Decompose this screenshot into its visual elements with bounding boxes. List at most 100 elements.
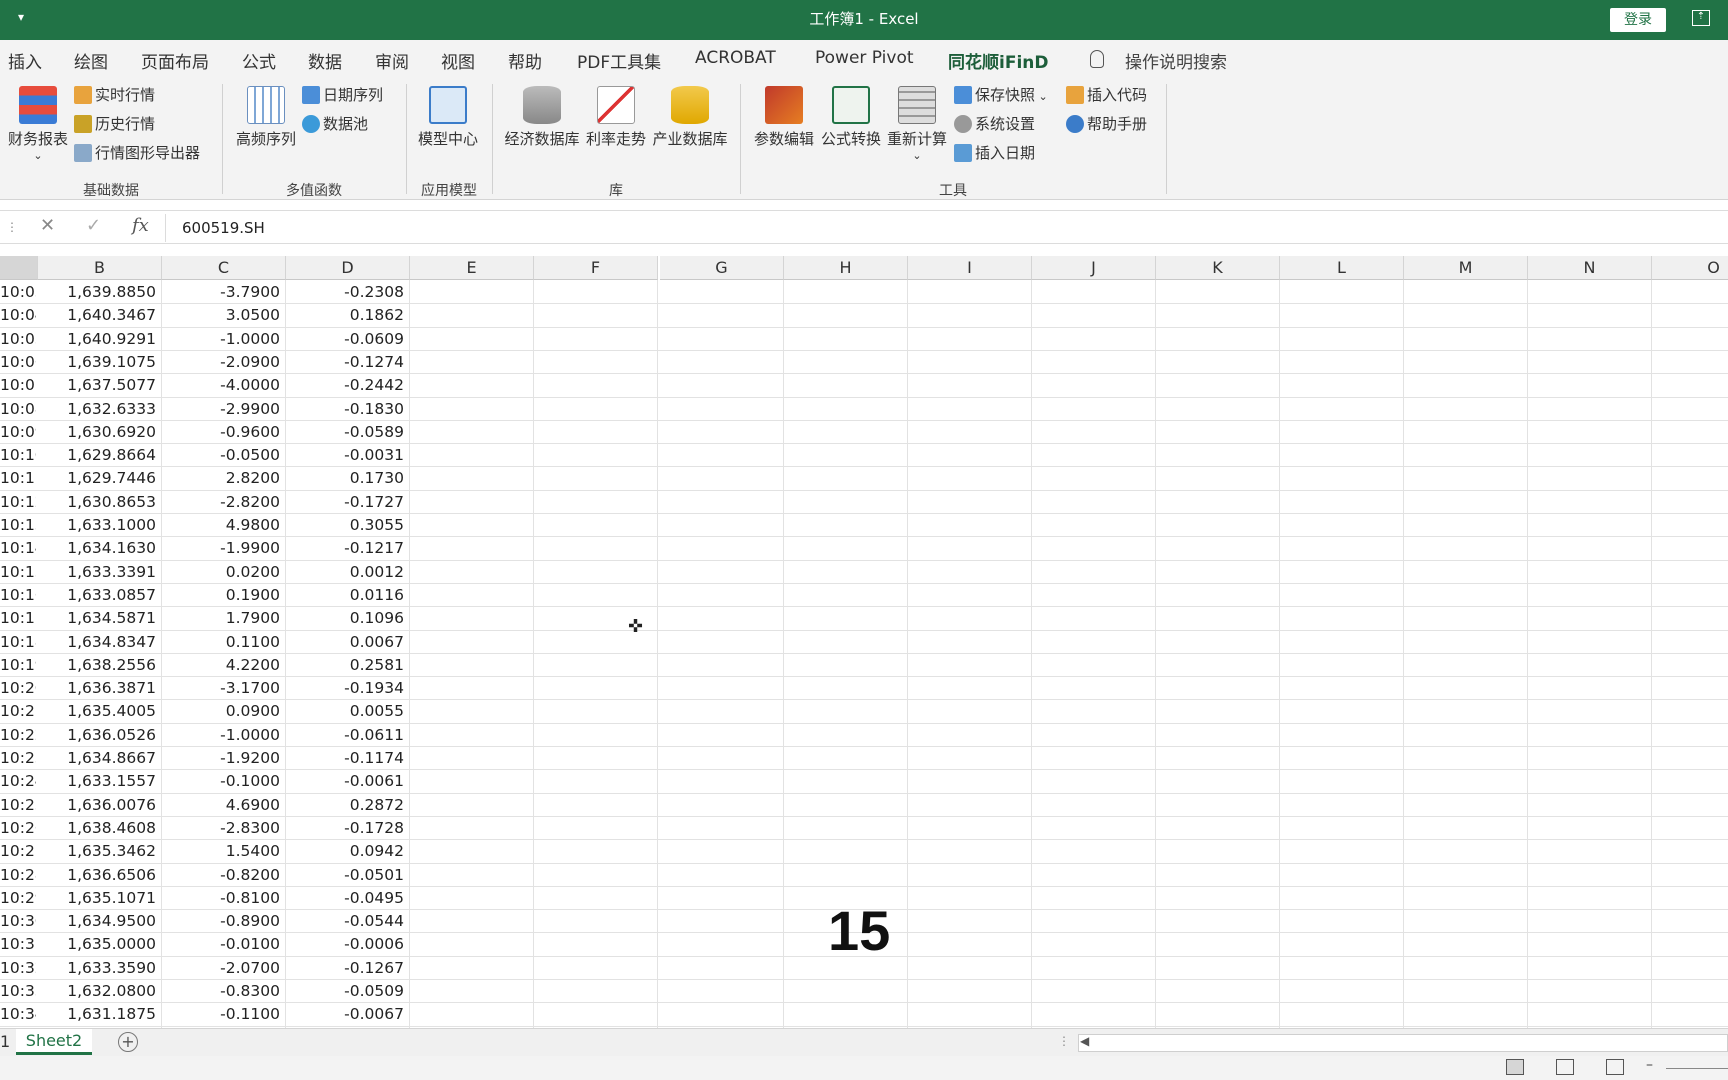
cell-time[interactable]: 10:21 [0,700,36,723]
cell-price[interactable]: 1,640.3467 [40,304,156,327]
cell-change[interactable]: -2.9900 [160,398,280,421]
column-header-b[interactable]: B [38,256,162,280]
cell-pct-change[interactable]: 0.0067 [286,631,404,654]
cell-time[interactable]: 10:07 [0,374,36,397]
help-manual-button[interactable]: 帮助手册 [1066,113,1147,135]
cell-change[interactable]: -0.8100 [160,887,280,910]
table-row[interactable]: 10:041,640.34673.0500 0.1862 [0,304,412,327]
cell-time[interactable]: 10:11 [0,467,36,490]
cell-change[interactable]: 4.6900 [160,794,280,817]
table-row[interactable]: 10:111,629.74462.8200 0.1730 [0,467,412,490]
cell-change[interactable]: 0.0200 [160,561,280,584]
column-header-o[interactable]: O [1652,256,1728,280]
cell-time[interactable]: 10:24 [0,770,36,793]
tab-power-pivot[interactable]: Power Pivot [815,48,914,68]
column-header-k[interactable]: K [1156,256,1280,280]
cell-price[interactable]: 1,634.1630 [40,537,156,560]
cell-change[interactable]: 0.0900 [160,700,280,723]
table-row[interactable]: 10:341,631.1875-0.1100 -0.0067 [0,1003,412,1026]
column-header-a[interactable] [0,256,38,280]
tab-help[interactable]: 帮助 [508,48,542,73]
cell-price[interactable]: 1,630.8653 [40,491,156,514]
cell-change[interactable]: -3.7900 [160,281,280,304]
table-row[interactable]: 10:061,639.1075-2.0900 -0.1274 [0,351,412,374]
sheet-tab-sheet2[interactable]: Sheet2 [16,1029,92,1055]
cell-pct-change[interactable]: -0.0544 [286,910,404,933]
cell-pct-change[interactable]: -0.1728 [286,817,404,840]
page-break-view-icon[interactable] [1606,1059,1624,1075]
cell-pct-change[interactable]: 0.0942 [286,840,404,863]
cell-time[interactable]: 10:29 [0,887,36,910]
table-row[interactable]: 10:081,632.6333-2.9900 -0.1830 [0,398,412,421]
cell-change[interactable]: -1.9900 [160,537,280,560]
cell-pct-change[interactable]: -0.2442 [286,374,404,397]
cell-price[interactable]: 1,636.3871 [40,677,156,700]
zoom-out-icon[interactable]: – [1646,1057,1653,1073]
table-row[interactable]: 10:131,633.10004.9800 0.3055 [0,514,412,537]
column-header-e[interactable]: E [410,256,534,280]
cell-pct-change[interactable]: 0.3055 [286,514,404,537]
cell-price[interactable]: 1,633.0857 [40,584,156,607]
login-button[interactable]: 登录 [1610,8,1666,32]
cell-change[interactable]: 4.9800 [160,514,280,537]
column-header-n[interactable]: N [1528,256,1652,280]
chart-export-button[interactable]: 行情图形导出器 [74,142,200,164]
cell-price[interactable]: 1,633.3590 [40,957,156,980]
cell-price[interactable]: 1,635.3462 [40,840,156,863]
cell-price[interactable]: 1,640.9291 [40,328,156,351]
cell-pct-change[interactable]: -0.2308 [286,281,404,304]
table-row[interactable]: 10:261,638.4608-2.8300 -0.1728 [0,817,412,840]
cell-change[interactable]: -0.0500 [160,444,280,467]
column-header-j[interactable]: J [1032,256,1156,280]
cell-price[interactable]: 1,636.0076 [40,794,156,817]
formula-input[interactable]: 600519.SH [182,219,265,237]
cell-pct-change[interactable]: -0.0031 [286,444,404,467]
split-handle-icon[interactable]: ⋮ [1058,1034,1070,1048]
formula-convert-button[interactable]: 公式转换 [818,86,884,149]
table-row[interactable]: 10:311,635.0000-0.0100 -0.0006 [0,933,412,956]
cell-time[interactable]: 10:30 [0,910,36,933]
cell-change[interactable]: -2.8300 [160,817,280,840]
tab-view[interactable]: 视图 [441,48,475,73]
table-row[interactable]: 10:241,633.1557-0.1000 -0.0061 [0,770,412,793]
cell-pct-change[interactable]: -0.1830 [286,398,404,421]
cell-pct-change[interactable]: -0.1727 [286,491,404,514]
table-row[interactable]: 10:101,629.8664-0.0500 -0.0031 [0,444,412,467]
page-layout-view-icon[interactable] [1556,1059,1574,1075]
table-row[interactable]: 10:251,636.00764.6900 0.2872 [0,794,412,817]
cell-time[interactable]: 10:05 [0,328,36,351]
cell-time[interactable]: 10:14 [0,537,36,560]
cell-pct-change[interactable]: -0.1267 [286,957,404,980]
cell-price[interactable]: 1,637.5077 [40,374,156,397]
rate-trend-button[interactable]: 利率走势 [584,86,648,149]
column-header-i[interactable]: I [908,256,1032,280]
previous-sheet-tab[interactable]: 1 [0,1032,10,1051]
tab-insert[interactable]: 插入 [8,48,42,73]
cell-price[interactable]: 1,635.1071 [40,887,156,910]
cell-time[interactable]: 10:10 [0,444,36,467]
tab-acrobat[interactable]: ACROBAT [695,48,776,68]
scroll-left-icon[interactable]: ◀ [1080,1034,1089,1048]
cell-time[interactable]: 10:06 [0,351,36,374]
table-row[interactable]: 10:091,630.6920-0.9600 -0.0589 [0,421,412,444]
cell-change[interactable]: -0.1000 [160,770,280,793]
financial-report-button[interactable]: 财务报表 ⌄ [4,86,72,162]
system-settings-button[interactable]: 系统设置 [954,113,1035,135]
cell-price[interactable]: 1,633.1557 [40,770,156,793]
cancel-icon[interactable]: ✕ [40,215,55,236]
cell-price[interactable]: 1,633.3391 [40,561,156,584]
table-row[interactable]: 10:121,630.8653-2.8200 -0.1727 [0,491,412,514]
cell-pct-change[interactable]: 0.0055 [286,700,404,723]
cell-price[interactable]: 1,630.6920 [40,421,156,444]
table-row[interactable]: 10:301,634.9500-0.8900 -0.0544 [0,910,412,933]
cell-pct-change[interactable]: -0.1274 [286,351,404,374]
cell-pct-change[interactable]: 0.0116 [286,584,404,607]
cell-price[interactable]: 1,629.7446 [40,467,156,490]
table-row[interactable]: 10:171,634.58711.7900 0.1096 [0,607,412,630]
cell-change[interactable]: -1.0000 [160,724,280,747]
cell-change[interactable]: -0.1100 [160,1003,280,1026]
date-series-button[interactable]: 日期序列 [302,84,383,106]
column-header-c[interactable]: C [162,256,286,280]
cell-pct-change[interactable]: -0.0006 [286,933,404,956]
table-row[interactable]: 10:071,637.5077-4.0000 -0.2442 [0,374,412,397]
